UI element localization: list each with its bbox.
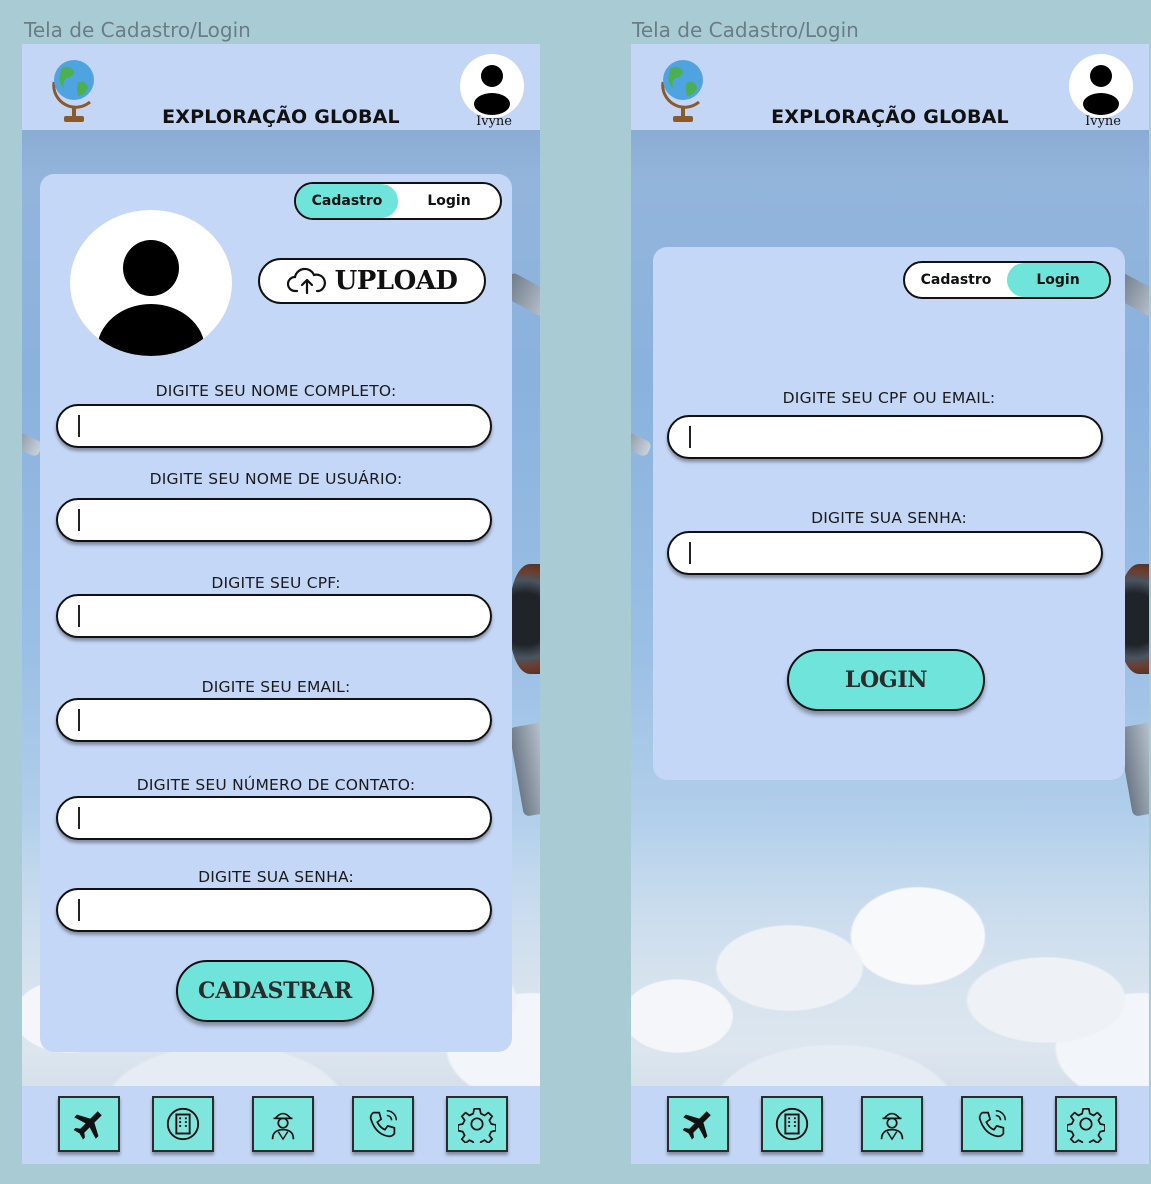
user-name: Ivyne <box>476 114 512 129</box>
app-header: EXPLORAÇÃO GLOBAL Ivyne <box>631 44 1149 130</box>
text-cursor <box>689 426 691 448</box>
password-field[interactable] <box>86 896 474 924</box>
field-label: DIGITE SUA SENHA: <box>198 868 354 886</box>
field-label: DIGITE SUA SENHA: <box>811 509 967 527</box>
full-name-field[interactable] <box>86 412 474 440</box>
phone-icon <box>369 1109 398 1138</box>
phone-number-field[interactable] <box>86 804 474 832</box>
field-label: DIGITE SEU CPF: <box>211 574 341 592</box>
toggle-login[interactable]: Login <box>398 184 500 218</box>
email-input[interactable] <box>56 698 492 742</box>
gear-icon <box>1067 1107 1105 1143</box>
text-cursor <box>689 542 691 564</box>
user-icon <box>97 240 205 356</box>
signup-screen: EXPLORAÇÃO GLOBAL Ivyne Cadastro Login U… <box>22 44 540 1164</box>
toggle-cadastro[interactable]: Cadastro <box>296 184 398 218</box>
field-label: DIGITE SEU CPF OU EMAIL: <box>782 389 996 407</box>
upload-button[interactable]: UPLOAD <box>258 258 486 304</box>
signup-card: Cadastro Login UPLOAD DIGITE SEU NOME CO… <box>40 174 512 1052</box>
bottom-nav <box>22 1086 540 1164</box>
nav-settings-button[interactable] <box>446 1096 508 1152</box>
airplane-wing <box>508 721 540 817</box>
nav-flights-button[interactable] <box>58 1096 120 1152</box>
password-input[interactable] <box>56 888 492 932</box>
auth-toggle[interactable]: Cadastro Login <box>903 261 1111 299</box>
nav-settings-button[interactable] <box>1055 1096 1117 1152</box>
frame-label: Tela de Cadastro/Login <box>24 18 251 42</box>
nav-guides-button[interactable] <box>861 1096 923 1152</box>
app-title: EXPLORAÇÃO GLOBAL <box>162 106 400 128</box>
airplane-icon <box>682 1111 711 1140</box>
nav-flights-button[interactable] <box>667 1096 729 1152</box>
frame-label: Tela de Cadastro/Login <box>632 18 859 42</box>
phone-number-input[interactable] <box>56 796 492 840</box>
guide-person-icon <box>880 1112 904 1141</box>
field-label: DIGITE SEU NOME DE USUÁRIO: <box>149 470 403 488</box>
login-screen: EXPLORAÇÃO GLOBAL Ivyne Cadastro Login D… <box>631 44 1149 1164</box>
nav-contact-button[interactable] <box>961 1096 1023 1152</box>
text-cursor <box>78 709 80 731</box>
login-button[interactable]: LOGIN <box>787 649 985 711</box>
user-name: Ivyne <box>1085 114 1121 129</box>
nav-hotels-button[interactable] <box>152 1096 214 1152</box>
building-icon <box>166 1107 200 1141</box>
login-card: Cadastro Login DIGITE SEU CPF OU EMAIL: … <box>653 247 1125 780</box>
field-label: DIGITE SEU NOME COMPLETO: <box>155 382 397 400</box>
auth-toggle[interactable]: Cadastro Login <box>294 182 502 220</box>
profile-photo-placeholder <box>70 210 232 356</box>
airplane-engine <box>510 564 540 674</box>
building-icon <box>775 1107 809 1141</box>
cpf-field[interactable] <box>86 602 474 630</box>
text-cursor <box>78 807 80 829</box>
nav-hotels-button[interactable] <box>761 1096 823 1152</box>
bottom-nav <box>631 1086 1149 1164</box>
cadastrar-button[interactable]: CADASTRAR <box>176 960 374 1022</box>
username-input[interactable] <box>56 498 492 542</box>
gear-icon <box>458 1107 496 1143</box>
guide-person-icon <box>271 1112 295 1141</box>
airplane-wing <box>631 426 653 458</box>
nav-contact-button[interactable] <box>352 1096 414 1152</box>
user-icon <box>1083 65 1119 115</box>
upload-label: UPLOAD <box>334 266 458 296</box>
field-label: DIGITE SEU EMAIL: <box>201 678 351 696</box>
text-cursor <box>78 899 80 921</box>
user-icon <box>474 65 510 115</box>
phone-icon <box>978 1109 1007 1138</box>
cpf-or-email-field[interactable] <box>697 423 1085 451</box>
password-input[interactable] <box>667 531 1103 575</box>
email-field[interactable] <box>86 706 474 734</box>
text-cursor <box>78 605 80 627</box>
full-name-input[interactable] <box>56 404 492 448</box>
password-field[interactable] <box>697 539 1085 567</box>
cpf-or-email-input[interactable] <box>667 415 1103 459</box>
toggle-cadastro[interactable]: Cadastro <box>905 263 1007 297</box>
toggle-login[interactable]: Login <box>1007 263 1109 297</box>
user-avatar[interactable] <box>460 54 524 118</box>
user-avatar[interactable] <box>1069 54 1133 118</box>
nav-guides-button[interactable] <box>252 1096 314 1152</box>
airplane-icon <box>73 1111 102 1140</box>
cloud-upload-icon <box>286 267 326 295</box>
username-field[interactable] <box>86 506 474 534</box>
app-header: EXPLORAÇÃO GLOBAL Ivyne <box>22 44 540 130</box>
app-title: EXPLORAÇÃO GLOBAL <box>771 106 1009 128</box>
field-label: DIGITE SEU NÚMERO DE CONTATO: <box>136 776 416 794</box>
text-cursor <box>78 509 80 531</box>
cpf-input[interactable] <box>56 594 492 638</box>
text-cursor <box>78 415 80 437</box>
